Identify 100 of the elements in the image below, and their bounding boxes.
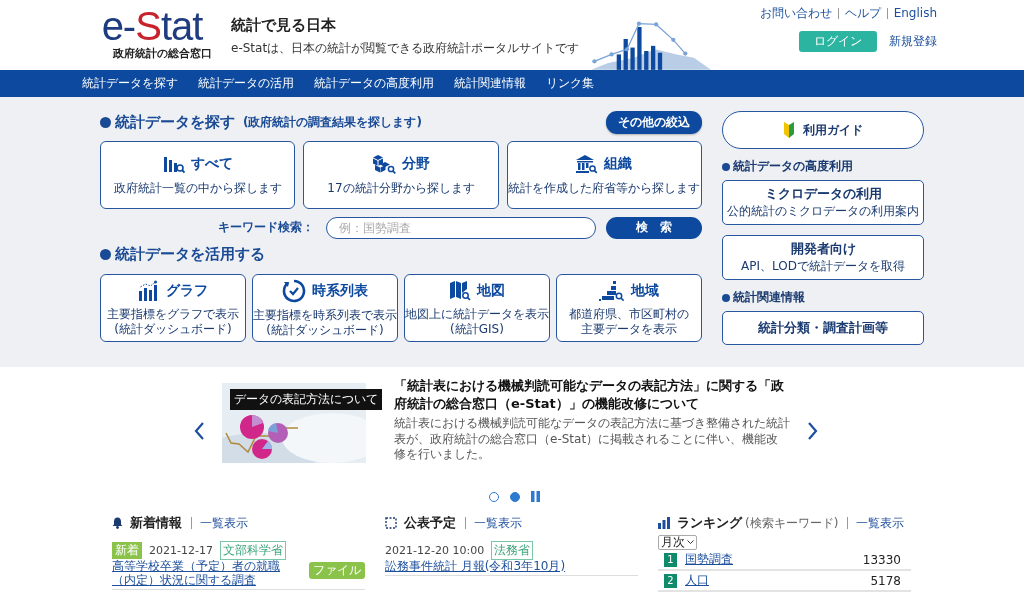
logo-subtitle: 政府統計の総合窓口 <box>111 46 212 61</box>
new-badge: 新着 <box>112 542 142 559</box>
nav-link[interactable]: 統計データの高度利用 <box>314 75 434 92</box>
period-dropdown[interactable]: 月次 <box>658 535 697 550</box>
user-guide-button[interactable]: 利用ガイド <box>722 111 924 149</box>
bullet-icon <box>722 162 730 171</box>
search-category-card[interactable]: 組織 統計を作成した府省等から探します <box>506 141 702 209</box>
data-usage-card[interactable]: グラフ 主要指標をグラフで表示 (統計ダッシュボード) <box>100 274 246 342</box>
card-title: グラフ <box>166 282 208 301</box>
news-headline[interactable]: 「統計表における機械判読可能なデータの表記方法」に関する「政府統計の総合窓口（e-Stat）」の機能改修について <box>394 377 790 413</box>
banner-label: データの表記方法について <box>230 389 382 410</box>
card-description: 主要データを表示 <box>581 321 677 336</box>
bullet-icon <box>722 293 730 302</box>
release-link[interactable]: 訟務事件統計 月報(令和3年10月) <box>385 560 638 574</box>
chevron-down-icon <box>687 540 694 545</box>
card-description: (統計ダッシュボード) <box>114 321 232 336</box>
bar-chart-search-icon <box>162 154 185 175</box>
rank-number: 2 <box>664 573 677 588</box>
more-filters-button[interactable]: その他の絞込 <box>606 111 702 134</box>
bar-chart-icon <box>658 517 670 529</box>
nav-link[interactable]: 統計データの活用 <box>198 75 294 92</box>
card-description: 統計を作成した府省等から探します <box>508 181 701 196</box>
slide-indicator[interactable] <box>488 491 499 502</box>
card-description: 主要指標をグラフで表示 <box>107 307 239 322</box>
sidebar-link-description: 公的統計のミクロデータの利用案内 <box>727 203 919 220</box>
stacked-blocks-search-icon <box>599 280 625 303</box>
view-all-link[interactable]: 一覧表示 <box>847 517 905 529</box>
news-date: 2021-12-17 <box>149 544 213 557</box>
card-description: (統計GIS) <box>450 321 504 336</box>
bar-chart-icon <box>138 280 160 303</box>
data-usage-card[interactable]: 地域 都道府県、市区町村の 主要データを表示 <box>556 274 702 342</box>
card-description: 主要指標を時系列表で表示 <box>253 308 397 323</box>
data-usage-card[interactable]: 地図 地図上に統計データを表示 (統計GIS) <box>404 274 550 342</box>
register-link[interactable]: 新規登録 <box>889 33 937 50</box>
search-category-card[interactable]: 分野 17の統計分野から探します <box>303 141 499 209</box>
sidebar-link-card[interactable]: ミクロデータの利用 公的統計のミクロデータの利用案内 <box>722 180 924 225</box>
search-count: 13330 <box>862 552 901 567</box>
card-description: 地図上に統計データを表示 <box>405 307 549 322</box>
logo-text[interactable]: e-Stat <box>101 8 203 44</box>
card-title: 分野 <box>402 155 430 174</box>
rank-number: 1 <box>664 552 677 567</box>
search-count: 5178 <box>870 573 901 588</box>
section-heading: ランキング <box>677 514 742 532</box>
card-description: 17の統計分野から探します <box>327 181 475 196</box>
section-subheading: (政府統計の調査結果を探します) <box>243 114 422 131</box>
clock-icon <box>282 279 306 304</box>
header-link[interactable]: ヘルプ <box>837 8 887 19</box>
pause-icon[interactable] <box>530 491 540 502</box>
agency-tag: 法務省 <box>491 541 534 560</box>
agency-tag: 文部科学省 <box>219 541 286 560</box>
file-tag: ファイル <box>309 562 365 579</box>
sidebar-link-card[interactable]: 開発者向け API、LODで統計データを取得 <box>722 235 924 280</box>
folded-map-search-icon <box>449 280 471 303</box>
bell-icon <box>112 517 123 529</box>
section-heading: 公表予定 <box>404 514 456 532</box>
nav-link[interactable]: リンク集 <box>546 75 594 92</box>
heading-note: (検索キーワード) <box>745 514 839 532</box>
news-link[interactable]: 高等学校卒業（予定）者の就職（内定）状況に関する調査 <box>112 560 303 588</box>
sidebar-link-title: 開発者向け <box>790 240 856 258</box>
card-title: 地図 <box>477 282 505 301</box>
site-tagline: e-Statは、日本の統計が閲覧できる政府統計ポータルサイトです <box>231 40 581 57</box>
card-title: すべて <box>190 155 233 174</box>
nav-link[interactable]: 統計関連情報 <box>454 75 526 92</box>
card-title: 時系列表 <box>312 282 368 301</box>
ranking-link[interactable]: 人口 <box>685 572 863 589</box>
data-usage-card[interactable]: 時系列表 主要指標を時系列表で表示 (統計ダッシュボード) <box>252 274 398 342</box>
section-heading: 統計データを探す <box>115 113 235 132</box>
header-link[interactable]: お問い合わせ <box>753 8 838 19</box>
bullet-icon <box>100 117 111 128</box>
section-heading: 統計データを活用する <box>115 245 265 264</box>
card-description: 都道府県、市区町村の <box>569 307 689 322</box>
building-search-icon <box>576 154 599 175</box>
keyword-field[interactable]: 例：国勢調査 <box>326 216 596 239</box>
header-link[interactable]: English <box>886 8 937 19</box>
search-button[interactable]: 検 索 <box>606 216 702 239</box>
site-title: 統計で見る日本 <box>231 16 337 35</box>
nav-link[interactable]: 統計データを探す <box>82 75 178 92</box>
search-category-card[interactable]: すべて 政府統計一覧の中から探します <box>100 141 296 209</box>
view-all-link[interactable]: 一覧表示 <box>465 517 522 529</box>
beginner-mark-icon <box>783 121 795 139</box>
boxes-search-icon <box>372 154 396 175</box>
sidebar-link-card[interactable]: 統計分類・調査計画等 <box>722 311 924 345</box>
news-summary: 統計表における機械判読可能なデータの表記方法に基づき整備された統計表が、政府統計の総合窓口（e-Stat）に掲載されることに伴い、機能改修を行いました。 <box>394 416 790 463</box>
view-all-link[interactable]: 一覧表示 <box>191 517 248 529</box>
sidebar-link-title: ミクロデータの利用 <box>764 185 882 203</box>
card-description: (統計ダッシュボード) <box>266 322 384 337</box>
sidebar-link-title: 統計分類・調査計画等 <box>758 319 888 337</box>
card-description: 政府統計一覧の中から探します <box>113 181 282 196</box>
card-title: 地域 <box>631 282 659 301</box>
ranking-link[interactable]: 国勢調査 <box>685 551 855 568</box>
release-date: 2021-12-20 10:00 <box>385 544 485 557</box>
section-heading: 新着情報 <box>130 514 182 532</box>
sidebar-heading: 統計データの高度利用 <box>733 158 853 175</box>
slide-indicator[interactable] <box>509 491 520 502</box>
sidebar-heading: 統計関連情報 <box>733 289 805 306</box>
keyword-label: キーワード検索： <box>218 219 315 236</box>
card-title: 組織 <box>604 155 633 174</box>
dashed-square-icon <box>385 517 397 529</box>
sidebar-link-description: API、LODで統計データを取得 <box>741 258 905 275</box>
bullet-icon <box>100 249 111 260</box>
